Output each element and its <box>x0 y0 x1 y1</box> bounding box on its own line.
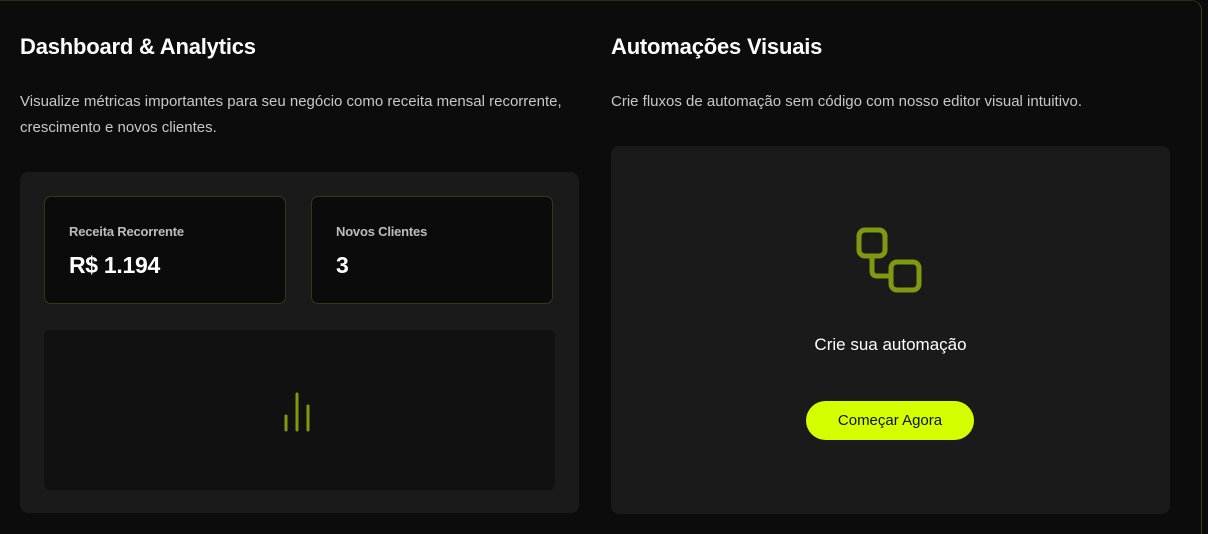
automation-preview-panel: Crie sua automação Começar Agora <box>611 146 1170 514</box>
page-frame: Dashboard & Analytics Visualize métricas… <box>0 0 1202 534</box>
bar-chart-icon <box>284 392 310 432</box>
metric-label: Receita Recorrente <box>69 224 184 239</box>
metric-card-new-clients: Novos Clientes 3 <box>311 196 553 304</box>
metric-value: 3 <box>336 252 349 278</box>
dashboard-description: Visualize métricas importantes para seu … <box>20 93 562 136</box>
automation-caption: Crie sua automação <box>814 335 967 354</box>
automations-description: Crie fluxos de automação sem código com … <box>611 93 1083 110</box>
metric-label: Novos Clientes <box>336 224 428 239</box>
dashboard-preview-panel: Receita Recorrente R$ 1.194 Novos Client… <box>20 172 579 513</box>
start-now-button[interactable]: Começar Agora <box>806 401 974 440</box>
automations-title: Automações Visuais <box>611 34 823 59</box>
metric-card-recurring-revenue: Receita Recorrente R$ 1.194 <box>44 196 286 304</box>
chart-placeholder <box>44 330 555 490</box>
dashboard-title: Dashboard & Analytics <box>20 34 256 59</box>
workflow-icon <box>856 227 922 293</box>
metric-value: R$ 1.194 <box>69 252 160 278</box>
